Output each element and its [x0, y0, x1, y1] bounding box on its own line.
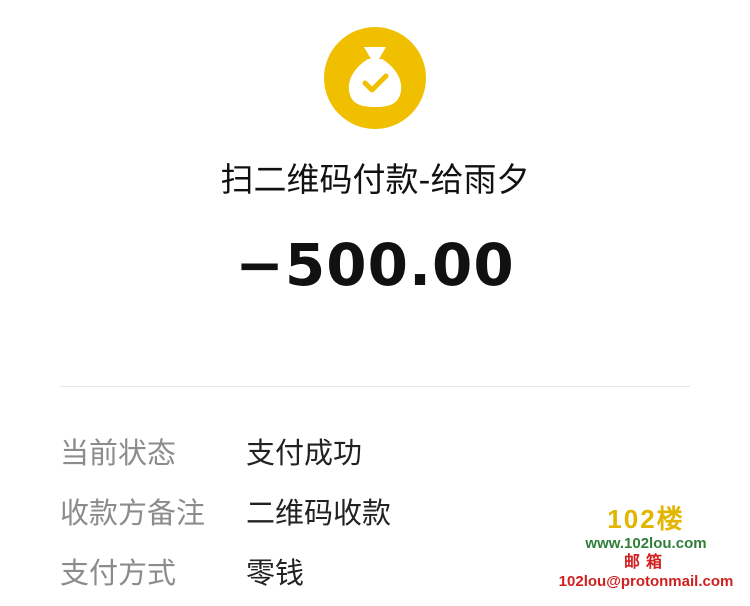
- watermark-logo: 102楼: [607, 504, 685, 534]
- transaction-title: 扫二维码付款-给雨夕: [220, 160, 530, 199]
- watermark-site: www.102lou.com: [585, 535, 707, 552]
- transaction-amount: −500.00: [235, 231, 515, 299]
- money-bag-check-icon: [324, 27, 426, 129]
- payment-method-label: 支付方式: [60, 556, 177, 590]
- status-value: 支付成功: [246, 436, 363, 470]
- remark-label: 收款方备注: [60, 496, 206, 530]
- watermark-mail-label: 邮箱: [623, 554, 668, 571]
- watermark: 102楼 www.102lou.com 邮箱 102lou@protonmail…: [548, 506, 744, 589]
- divider: [60, 386, 690, 387]
- remark-value: 二维码收款: [246, 496, 392, 530]
- payment-method-value: 零钱: [246, 556, 305, 590]
- watermark-email: 102lou@protonmail.com: [558, 573, 734, 590]
- detail-row-status: 当前状态 支付成功: [60, 430, 690, 476]
- status-label: 当前状态: [60, 436, 177, 470]
